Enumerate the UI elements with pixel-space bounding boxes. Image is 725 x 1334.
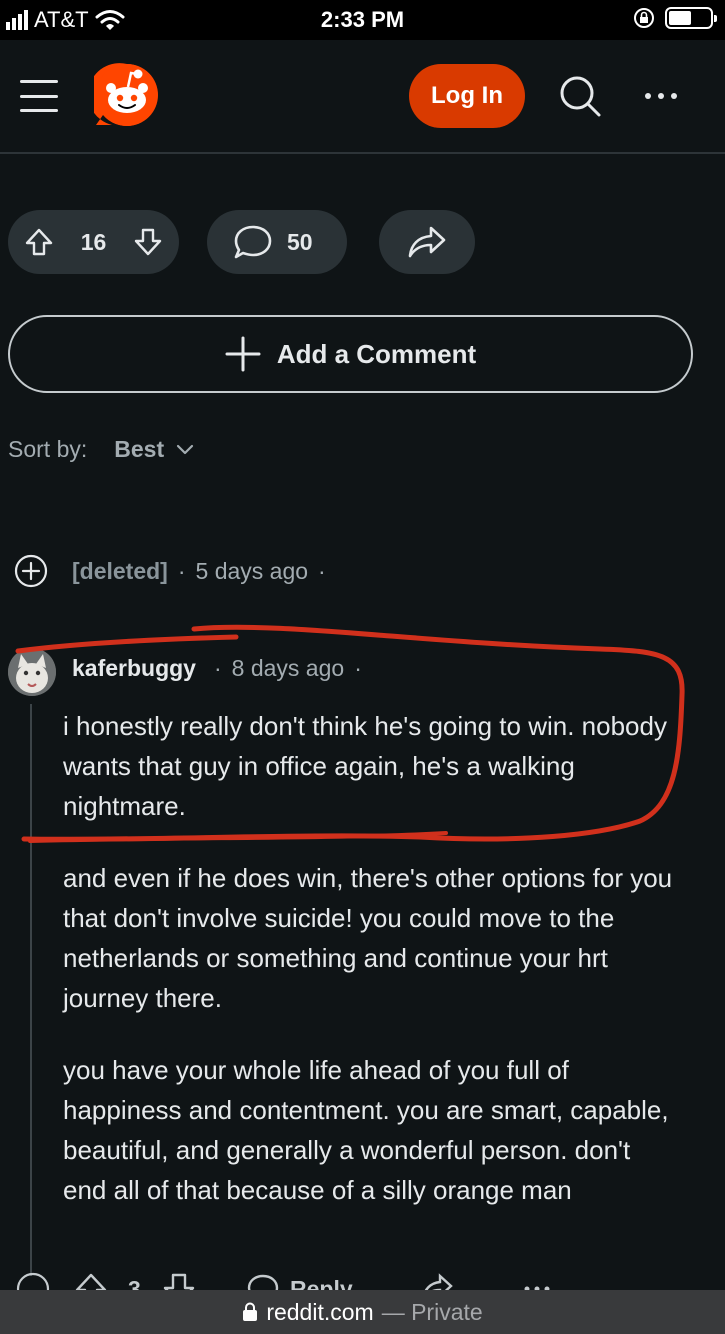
separator-dot: · — [318, 557, 326, 584]
clock: 2:33 PM — [320, 7, 405, 32]
search-icon[interactable] — [558, 74, 602, 118]
sort-dropdown[interactable]: Best — [114, 436, 194, 463]
sort-value: Best — [114, 436, 165, 462]
share-button[interactable] — [379, 210, 475, 274]
separator-dot: · — [213, 655, 222, 681]
comment-paragraph: you have your whole life ahead of you fu… — [63, 1055, 669, 1205]
upvote-icon[interactable] — [24, 227, 54, 257]
orientation-lock-icon — [634, 8, 654, 28]
app-header: Log In — [0, 40, 725, 154]
share-icon — [408, 226, 446, 258]
comment-icon — [234, 225, 272, 259]
login-button[interactable]: Log In — [409, 64, 525, 128]
comment-paragraph: i honestly really don't think he's going… — [63, 711, 667, 821]
comment-age: 5 days ago — [195, 557, 309, 584]
separator-dot: · — [177, 557, 186, 584]
downvote-icon[interactable] — [133, 227, 163, 257]
plus-icon — [225, 336, 261, 372]
avatar[interactable] — [8, 648, 56, 696]
comment-count: 50 — [287, 228, 313, 255]
vote-bar: 16 — [8, 210, 179, 274]
separator-dot: · — [354, 655, 362, 681]
chevron-down-icon — [177, 444, 194, 454]
battery-icon — [665, 7, 717, 29]
more-options-icon[interactable] — [640, 82, 682, 110]
expand-icon[interactable] — [14, 554, 48, 588]
menu-icon[interactable] — [20, 80, 58, 112]
lock-icon — [243, 1302, 258, 1321]
comment-body: i honestly really don't think he's going… — [63, 706, 673, 1242]
add-comment-button[interactable]: Add a Comment — [8, 315, 693, 393]
url-domain: reddit.com — [266, 1298, 374, 1325]
sort-control: Sort by: Best — [8, 436, 194, 463]
comment-author[interactable]: kaferbuggy — [72, 655, 196, 682]
comments-button[interactable]: 50 — [207, 210, 347, 274]
thread-line[interactable] — [30, 704, 32, 1276]
comment-age: 8 days ago — [231, 655, 345, 681]
sort-label: Sort by: — [8, 436, 88, 462]
vote-count: 16 — [80, 228, 107, 255]
collapsed-comment: [deleted] · 5 days ago · — [14, 554, 336, 588]
status-bar: AT&T 2:33 PM — [0, 0, 725, 40]
comment-paragraph: and even if he does win, there's other o… — [63, 863, 673, 1013]
reddit-logo[interactable] — [94, 62, 160, 128]
add-comment-label: Add a Comment — [276, 338, 477, 369]
comment-author[interactable]: [deleted] — [72, 558, 168, 585]
browser-address-bar[interactable]: reddit.com — Private — [0, 1290, 725, 1334]
private-mode-label: — Private — [381, 1298, 483, 1325]
comment-meta: kaferbuggy · 8 days ago · — [72, 655, 372, 682]
